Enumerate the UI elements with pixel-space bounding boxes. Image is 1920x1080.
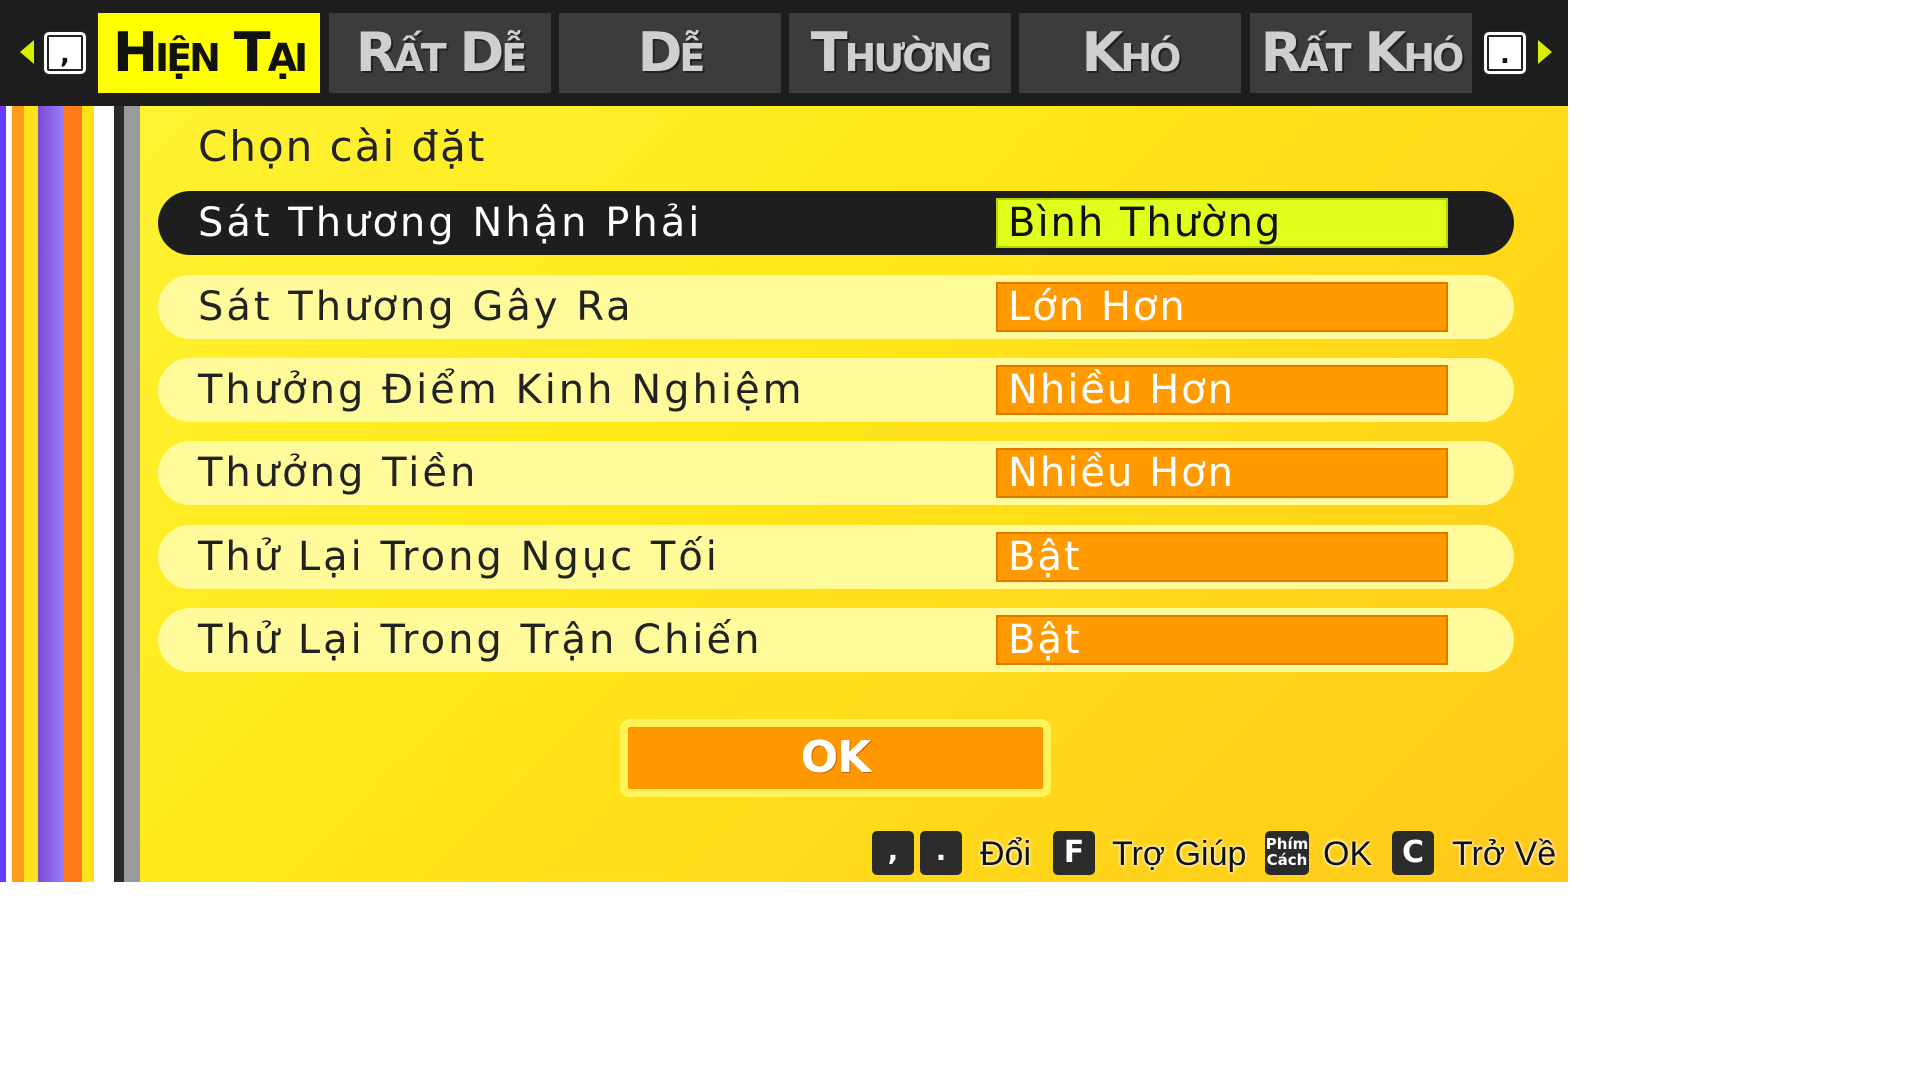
setting-row-money-bonus[interactable]: Thưởng Tiền Nhiều Hơn [158, 441, 1514, 505]
setting-label: Sát Thương Nhận Phải [198, 200, 703, 246]
comma-key-icon: , [872, 831, 914, 875]
setting-value[interactable]: Bật [996, 615, 1448, 665]
tab-normal[interactable]: Thường [789, 13, 1011, 93]
game-screen: , Hiện Tại Rất Dễ Dễ Thường Khó Rất Khó … [0, 0, 1568, 882]
c-key-icon: C [1392, 831, 1434, 875]
setting-value[interactable]: Nhiều Hơn [996, 448, 1448, 498]
difficulty-tab-bar: , Hiện Tại Rất Dễ Dễ Thường Khó Rất Khó … [0, 0, 1568, 106]
setting-row-damage-dealt[interactable]: Sát Thương Gây Ra Lớn Hơn [158, 275, 1514, 339]
setting-row-exp-bonus[interactable]: Thưởng Điểm Kinh Nghiệm Nhiều Hơn [158, 358, 1514, 422]
setting-value[interactable]: Lớn Hơn [996, 282, 1448, 332]
period-key-icon: . [920, 831, 962, 875]
setting-row-battle-retry[interactable]: Thử Lại Trong Trận Chiến Bật [158, 608, 1514, 672]
setting-label: Thưởng Điểm Kinh Nghiệm [198, 367, 805, 413]
space-key-icon: Phím Cách [1265, 831, 1309, 875]
stripe [82, 106, 94, 882]
right-arrow-icon[interactable] [1538, 40, 1552, 64]
setting-row-damage-taken[interactable]: Sát Thương Nhận Phải Bình Thường [158, 191, 1514, 255]
tab-hard[interactable]: Khó [1019, 13, 1241, 93]
stripe [24, 106, 38, 882]
stripe [38, 106, 64, 882]
ok-button[interactable]: OK [620, 719, 1051, 797]
left-arrow-icon[interactable] [20, 40, 34, 64]
tab-very-easy[interactable]: Rất Dễ [329, 13, 551, 93]
next-tab-key[interactable]: . [1482, 30, 1528, 76]
setting-label: Thử Lại Trong Trận Chiến [198, 617, 763, 663]
help-hint[interactable]: Trợ Giúp [1112, 832, 1246, 876]
ok-hint[interactable]: OK [1323, 832, 1372, 876]
decorative-stripes [0, 106, 140, 882]
space-key-line2: Cách [1266, 851, 1308, 869]
panel-title: Chọn cài đặt [198, 122, 487, 171]
stripe [12, 106, 24, 882]
setting-value[interactable]: Bật [996, 532, 1448, 582]
setting-label: Sát Thương Gây Ra [198, 284, 634, 330]
stripe [114, 106, 124, 882]
tab-very-hard[interactable]: Rất Khó [1250, 13, 1472, 93]
stripe [64, 106, 82, 882]
back-hint[interactable]: Trở Về [1452, 832, 1556, 876]
setting-label: Thưởng Tiền [198, 450, 479, 496]
switch-hint[interactable]: Đổi [980, 832, 1031, 876]
setting-row-dungeon-retry[interactable]: Thử Lại Trong Ngục Tối Bật [158, 525, 1514, 589]
setting-value[interactable]: Nhiều Hơn [996, 365, 1448, 415]
setting-label: Thử Lại Trong Ngục Tối [198, 534, 720, 580]
prev-tab-key[interactable]: , [42, 30, 88, 76]
stripe [94, 106, 114, 882]
space-key-line1: Phím [1265, 835, 1309, 853]
f-key-icon: F [1053, 831, 1095, 875]
setting-value[interactable]: Bình Thường [996, 198, 1448, 248]
tab-easy[interactable]: Dễ [559, 13, 781, 93]
tab-current[interactable]: Hiện Tại [98, 13, 320, 93]
stripe [124, 106, 140, 882]
